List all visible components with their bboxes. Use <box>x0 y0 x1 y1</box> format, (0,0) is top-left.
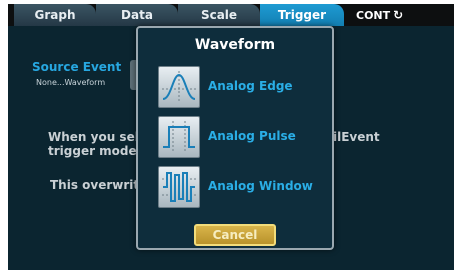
analog-pulse-icon <box>158 116 200 158</box>
cont-label: CONT <box>356 9 391 22</box>
dialog-title: Waveform <box>194 37 276 53</box>
tab-scale[interactable]: Scale <box>178 4 260 26</box>
analog-window-icon <box>158 166 200 208</box>
description-line-1: When you sele <box>48 130 147 144</box>
description-line-2: trigger model <box>48 144 141 158</box>
description-line-3: This overwrit <box>50 178 140 192</box>
analog-edge-icon <box>158 66 200 108</box>
instrument-screen: Graph Data Scale Trigger CONT ↻ Source Ev… <box>8 4 454 270</box>
source-event-value: None...Waveform <box>36 78 106 87</box>
refresh-icon: ↻ <box>393 8 404 22</box>
option-label: Analog Pulse <box>208 129 296 143</box>
tab-bar: Graph Data Scale Trigger CONT ↻ <box>8 4 454 26</box>
tab-graph[interactable]: Graph <box>14 4 96 26</box>
cancel-button[interactable]: Cancel <box>194 224 276 246</box>
option-analog-pulse[interactable]: Analog Pulse <box>158 116 328 160</box>
waveform-dialog: Waveform Analog Edge Analog Pulse Analog… <box>136 26 334 250</box>
option-label: Analog Edge <box>208 79 293 93</box>
option-label: Analog Window <box>208 179 313 193</box>
cont-button[interactable]: CONT ↻ <box>356 4 403 26</box>
tab-data[interactable]: Data <box>96 4 178 26</box>
option-analog-edge[interactable]: Analog Edge <box>158 66 328 110</box>
description-line-right: ilEvent <box>333 130 380 144</box>
source-event-title: Source Event <box>32 60 122 74</box>
option-analog-window[interactable]: Analog Window <box>158 166 328 210</box>
tab-trigger[interactable]: Trigger <box>260 4 344 26</box>
